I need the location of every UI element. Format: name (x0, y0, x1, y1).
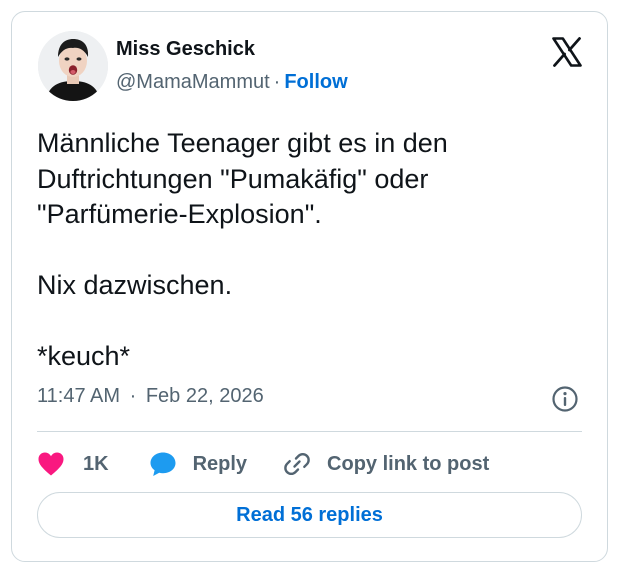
tweet-date: Feb 22, 2026 (145, 385, 264, 407)
info-icon[interactable] (551, 385, 579, 413)
reply-button[interactable]: Reply (149, 451, 247, 477)
read-replies-button[interactable]: Read 56 replies (37, 492, 582, 538)
copy-link-label: Copy link to post (327, 452, 490, 475)
tweet-card: Miss Geschick @MamaMammut · Follow Männlic… (11, 11, 608, 562)
reply-bubble-icon (150, 452, 176, 476)
tweet-timestamp[interactable]: 11:47 AM · Feb 22, 2026 (37, 385, 264, 408)
author-handle-row: @MamaMammut · Follow (116, 71, 348, 94)
copy-link-button[interactable]: Copy link to post (283, 450, 489, 478)
author-handle[interactable]: @MamaMammut (116, 71, 270, 93)
like-count: 1K (83, 452, 109, 475)
x-logo-icon[interactable] (551, 36, 583, 68)
tweet-time: 11:47 AM (37, 385, 121, 407)
link-icon (284, 452, 310, 476)
divider (37, 431, 582, 432)
avatar[interactable] (38, 31, 108, 101)
action-bar: 1K Reply Copy link to post (37, 448, 489, 480)
handle-separator: · (273, 71, 281, 93)
heart-icon (38, 452, 64, 476)
author-display-name[interactable]: Miss Geschick (116, 38, 255, 61)
like-button[interactable]: 1K (37, 451, 109, 477)
reply-label: Reply (192, 452, 248, 475)
tweet-text: Männliche Teenager gibt es in den Duftri… (37, 128, 448, 371)
timestamp-separator: · (129, 385, 137, 407)
follow-link[interactable]: Follow (284, 71, 347, 93)
avatar-photo-icon (38, 31, 108, 101)
